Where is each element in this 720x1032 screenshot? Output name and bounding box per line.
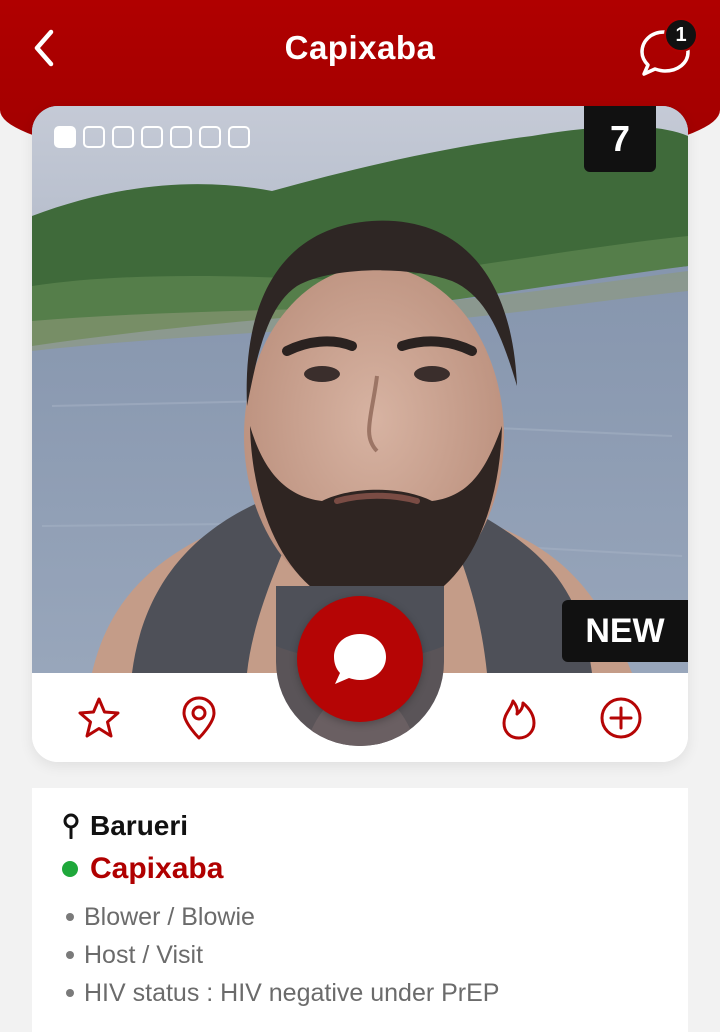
location-button[interactable] [174,693,224,743]
photo-count-badge: 7 [584,106,656,172]
photo-pager [54,126,250,148]
tag-item: Blower / Blowie [66,898,499,936]
pager-dot[interactable] [141,126,163,148]
pager-dot[interactable] [54,126,76,148]
chevron-left-icon [34,29,54,67]
pager-dot[interactable] [199,126,221,148]
pager-dot[interactable] [112,126,134,148]
pager-dot[interactable] [228,126,250,148]
bullet-icon [66,913,74,921]
plus-circle-icon [600,697,642,739]
online-status-dot [62,861,78,877]
chat-button[interactable]: 1 [638,18,698,76]
pager-dot[interactable] [170,126,192,148]
top-bar: Capixaba 1 [0,0,720,96]
tag-item: HIV status : HIV negative under PrEP [66,974,499,1012]
tag-text: HIV status : HIV negative under PrEP [84,979,500,1007]
new-badge: NEW [562,600,688,662]
tag-text: Host / Visit [84,941,204,969]
profile-name: Capixaba [90,852,224,885]
chat-badge: 1 [664,18,698,52]
add-button[interactable] [596,693,646,743]
location-row: Barueri [62,810,188,842]
bullet-icon [66,989,74,997]
message-button[interactable] [297,596,423,722]
pager-dot[interactable] [83,126,105,148]
bullet-icon [66,951,74,959]
map-pin-icon [182,696,216,740]
profile-info: Barueri Capixaba Blower / Blowie Host / … [32,788,688,1032]
map-pin-icon [63,813,79,839]
page-title: Capixaba [284,29,436,66]
location-text: Barueri [90,810,189,841]
favorite-button[interactable] [74,693,124,743]
name-row: Capixaba [62,852,223,886]
tag-text: Blower / Blowie [84,903,255,931]
hot-button[interactable] [494,693,544,743]
star-icon [78,697,120,738]
tag-item: Host / Visit [66,936,499,974]
chat-bubble-icon [334,634,386,684]
flame-icon [502,699,536,740]
back-button[interactable] [22,24,66,72]
profile-tags: Blower / Blowie Host / Visit HIV status … [66,898,499,1012]
